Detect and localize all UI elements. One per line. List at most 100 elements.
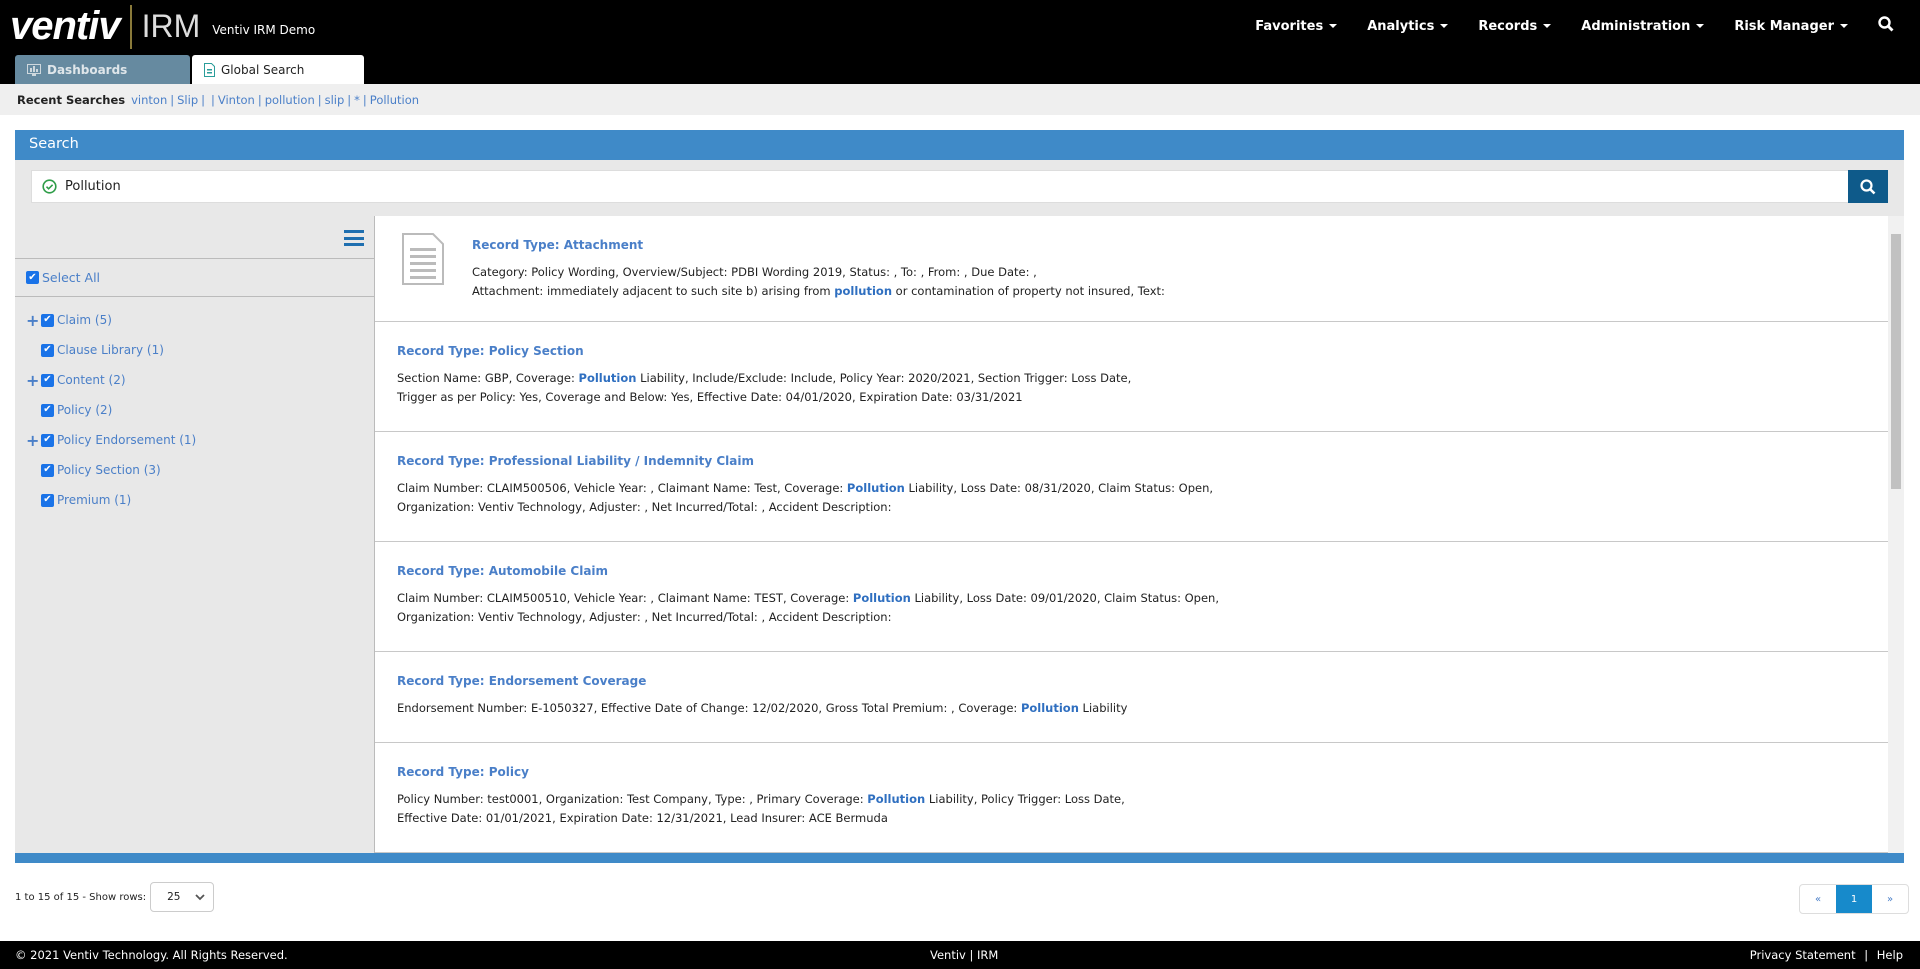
caret-down-icon <box>1543 24 1552 28</box>
caret-down-icon <box>1329 24 1338 28</box>
result-title-link[interactable]: Record Type: Policy <box>397 763 1888 782</box>
recent-searches-label: Recent Searches <box>17 93 126 107</box>
page-1-button[interactable]: 1 <box>1836 885 1872 913</box>
result-item: Record Type: Automobile Claim Claim Numbe… <box>375 542 1888 652</box>
result-item: Record Type: Policy Policy Number: test00… <box>375 743 1888 853</box>
recent-search-link[interactable]: vinton <box>131 93 167 107</box>
result-title-link[interactable]: Record Type: Endorsement Coverage <box>397 672 1888 691</box>
caret-down-icon <box>1840 24 1848 28</box>
logo-product: IRM <box>141 8 201 44</box>
checkbox-checked-icon[interactable]: ✔ <box>41 343 54 357</box>
detail-text: Organization: Ventiv Technology, Adjuste… <box>397 610 892 624</box>
search-input[interactable]: Pollution <box>31 170 1849 203</box>
results-scrollbar[interactable] <box>1888 216 1904 853</box>
recent-separator: | <box>257 93 262 107</box>
logo[interactable]: ventiv IRM Ventiv IRM Demo <box>10 4 315 49</box>
nav-administration[interactable]: Administration <box>1581 18 1705 34</box>
prev-page-button[interactable]: « <box>1800 885 1836 913</box>
detail-text: Policy Number: test0001, Organization: T… <box>397 792 868 806</box>
pagination-info-text: 1 to 15 of 15 - Show rows: <box>15 891 147 903</box>
filter-item[interactable]: + ✔ Content (2) <box>15 365 374 395</box>
result-title-link[interactable]: Record Type: Policy Section <box>397 342 1888 361</box>
result-detail-line: Policy Number: test0001, Organization: T… <box>397 790 1888 809</box>
nav-label: Risk Manager <box>1734 18 1834 34</box>
nav-records[interactable]: Records <box>1478 19 1552 34</box>
search-icon[interactable] <box>1878 16 1894 36</box>
result-detail-line: Category: Policy Wording, Overview/Subje… <box>472 263 1888 282</box>
result-detail-line: Trigger as per Policy: Yes, Coverage and… <box>397 388 1888 407</box>
filter-item[interactable]: ✔ Clause Library (1) <box>15 335 374 365</box>
scrollbar-thumb[interactable] <box>1891 234 1901 489</box>
recent-separator: | <box>317 93 322 107</box>
rows-value: 25 <box>167 891 181 903</box>
caret-down-icon <box>1696 24 1705 28</box>
result-title-link[interactable]: Record Type: Automobile Claim <box>397 562 1888 581</box>
highlighted-term: Pollution <box>1020 701 1079 715</box>
results-list: Record Type: Attachment Category: Policy … <box>375 216 1888 853</box>
filter-sidebar: ✔ Select All + ✔ Claim (5) ✔ Clause Library (… <box>15 216 375 853</box>
checkbox-checked-icon[interactable]: ✔ <box>41 373 54 387</box>
filter-item[interactable]: + ✔ Claim (5) <box>15 305 374 335</box>
nav-favorites[interactable]: Favorites <box>1255 18 1338 34</box>
search-button[interactable] <box>1848 170 1888 203</box>
recent-search-link[interactable]: pollution <box>265 93 315 107</box>
nav-analytics[interactable]: Analytics <box>1367 19 1449 34</box>
main-nav: Favorites Analytics Records Administration R… <box>1255 16 1894 36</box>
search-panel-title: Search <box>15 130 1904 160</box>
tab-global-search[interactable]: Global Search <box>192 55 364 84</box>
result-item: Record Type: Professional Liability / In… <box>375 432 1888 542</box>
next-page-button[interactable]: » <box>1872 885 1908 913</box>
tab-dashboards[interactable]: Dashboards <box>15 55 190 84</box>
highlighted-term: pollution <box>834 284 893 298</box>
checkbox-checked-icon[interactable]: ✔ <box>41 433 54 447</box>
result-item: Record Type: Endorsement Coverage Endorse… <box>375 652 1888 743</box>
select-all-checkbox[interactable]: ✔ Select All <box>15 259 374 297</box>
highlighted-term: Pollution <box>846 481 905 495</box>
checkbox-checked-icon[interactable]: ✔ <box>41 463 54 477</box>
checkbox-checked-icon[interactable]: ✔ <box>41 403 54 417</box>
expand-plus-icon[interactable]: + <box>26 371 39 390</box>
expand-plus-icon[interactable]: + <box>26 311 39 330</box>
filter-item[interactable]: ✔ Policy (2) <box>15 395 374 425</box>
document-icon <box>402 233 444 291</box>
menu-icon[interactable] <box>344 230 364 246</box>
recent-search-link[interactable]: Vinton <box>218 93 255 107</box>
recent-search-link[interactable]: Pollution <box>370 93 419 107</box>
checkbox-checked-icon[interactable]: ✔ <box>41 313 54 327</box>
rows-per-page-select[interactable]: 25 <box>150 882 215 912</box>
nav-label: Favorites <box>1255 18 1324 34</box>
nav-label: Administration <box>1581 18 1691 34</box>
result-title-link[interactable]: Record Type: Attachment <box>472 236 1888 255</box>
recent-searches: Recent Searches vinton | Slip | | Vinton | pollu… <box>0 84 1920 115</box>
dashboard-icon <box>27 63 41 76</box>
expand-plus-icon[interactable]: + <box>26 431 39 450</box>
filter-item[interactable]: ✔ Policy Section (3) <box>15 455 374 485</box>
filter-item[interactable]: ✔ Premium (1) <box>15 485 374 515</box>
filter-item[interactable]: + ✔ Policy Endorsement (1) <box>15 425 374 455</box>
recent-search-link[interactable]: Slip <box>177 93 198 107</box>
checkbox-checked-icon[interactable]: ✔ <box>41 493 54 507</box>
detail-text: Section Name: GBP, Coverage: <box>397 371 579 385</box>
nav-risk-manager[interactable]: Risk Manager <box>1734 19 1848 34</box>
recent-search-link[interactable]: * <box>354 93 360 107</box>
result-item: Record Type: Attachment Category: Policy … <box>375 216 1888 322</box>
result-detail-line: Organization: Ventiv Technology, Adjuste… <box>397 498 1888 517</box>
detail-text: Liability, Loss Date: 08/31/2020, Claim … <box>904 481 1214 495</box>
result-detail-line: Attachment: immediately adjacent to such… <box>472 282 1888 301</box>
detail-text: Category: Policy Wording, Overview/Subje… <box>472 265 1037 279</box>
logo-text: ventiv <box>10 4 121 48</box>
checkbox-checked-icon: ✔ <box>26 271 39 284</box>
detail-text: Liability <box>1078 701 1128 715</box>
highlighted-term: Pollution <box>578 371 637 385</box>
recent-search-link[interactable]: slip <box>325 93 345 107</box>
pagination-info: 1 to 15 of 15 - Show rows: 25 <box>15 882 215 912</box>
detail-text: Effective Date: 01/01/2021, Expiration D… <box>397 811 888 825</box>
help-link[interactable]: Help <box>1877 948 1903 962</box>
filter-label: Policy Section (3) <box>57 463 161 477</box>
result-detail-line: Endorsement Number: E-1050327, Effective… <box>397 699 1888 718</box>
privacy-link[interactable]: Privacy Statement <box>1750 948 1856 962</box>
filter-label: Clause Library (1) <box>57 343 164 357</box>
detail-text: Liability, Policy Trigger: Loss Date, <box>925 792 1125 806</box>
result-title-link[interactable]: Record Type: Professional Liability / In… <box>397 452 1888 471</box>
highlighted-term: Pollution <box>867 792 926 806</box>
